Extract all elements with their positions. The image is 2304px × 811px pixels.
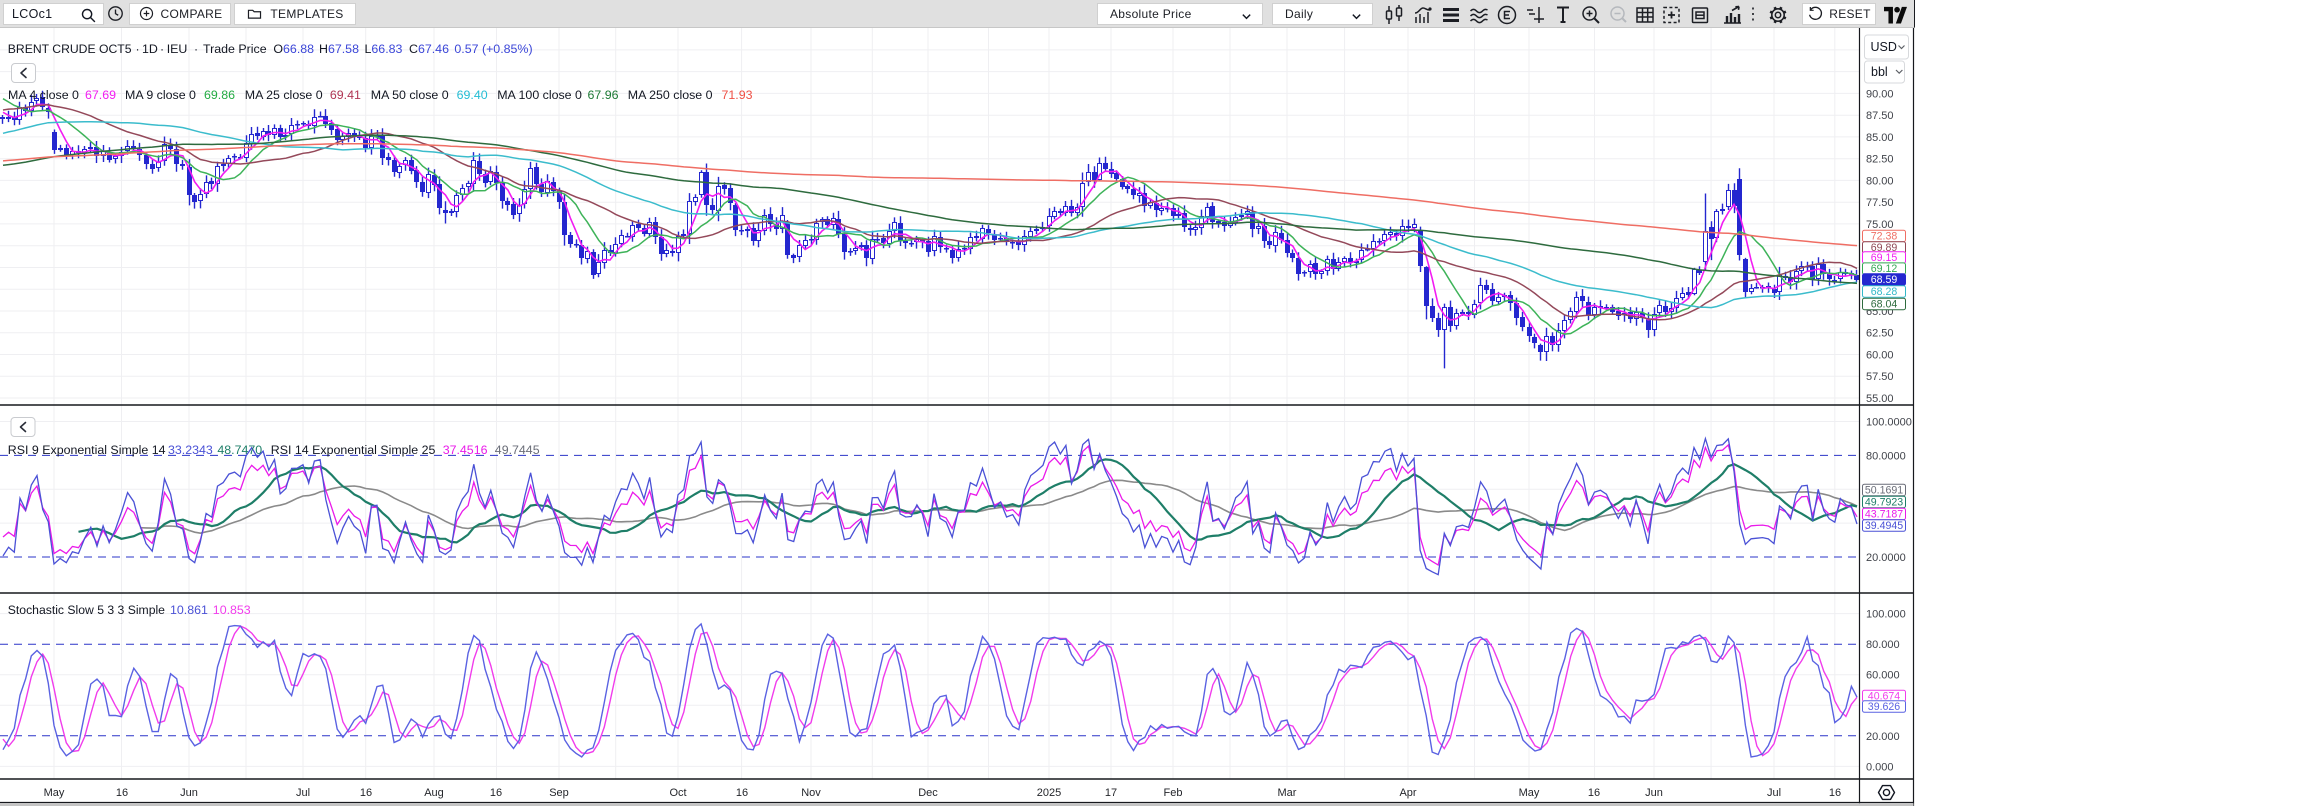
svg-text:Sep: Sep — [549, 787, 569, 799]
svg-text:Dec: Dec — [918, 787, 938, 799]
svg-text:57.50: 57.50 — [1866, 371, 1894, 383]
svg-text:75.00: 75.00 — [1866, 219, 1894, 231]
svg-text:90.00: 90.00 — [1866, 88, 1894, 100]
svg-text:C67.46: C67.46 — [409, 42, 449, 56]
svg-text:RSI 9 Exponential Simple 14: RSI 9 Exponential Simple 14 — [8, 443, 166, 457]
svg-text:Jul: Jul — [296, 787, 310, 799]
svg-text:MA 25 close 0: MA 25 close 0 — [245, 88, 323, 102]
svg-text:MA 250 close 0: MA 250 close 0 — [628, 88, 713, 102]
svg-text:80.0000: 80.0000 — [1866, 450, 1906, 462]
svg-text:77.50: 77.50 — [1866, 197, 1894, 209]
svg-text:USD: USD — [1871, 40, 1897, 54]
svg-text:60.000: 60.000 — [1866, 670, 1900, 682]
svg-text:80.000: 80.000 — [1866, 639, 1900, 651]
svg-text:69.41: 69.41 — [330, 88, 361, 102]
svg-text:16: 16 — [116, 787, 128, 799]
svg-text:72.38: 72.38 — [1871, 231, 1898, 243]
svg-text:RSI 14 Exponential Simple 25: RSI 14 Exponential Simple 25 — [271, 443, 436, 457]
svg-text:43.7187: 43.7187 — [1865, 509, 1903, 521]
svg-text:17: 17 — [1105, 787, 1117, 799]
svg-text:Nov: Nov — [801, 787, 821, 799]
svg-text:·: · — [136, 42, 140, 56]
svg-text:16: 16 — [490, 787, 502, 799]
svg-text:68.28: 68.28 — [1871, 286, 1898, 298]
svg-text:·: · — [194, 42, 198, 56]
svg-text:L66.83: L66.83 — [365, 42, 403, 56]
svg-text:85.00: 85.00 — [1866, 132, 1894, 144]
svg-text:49.7445: 49.7445 — [495, 443, 540, 457]
svg-text:0.57 (+0.85%): 0.57 (+0.85%) — [454, 42, 532, 56]
svg-text:60.00: 60.00 — [1866, 350, 1894, 362]
svg-text:68.59: 68.59 — [1871, 274, 1898, 286]
svg-text:39.4945: 39.4945 — [1865, 520, 1903, 532]
svg-text:80.00: 80.00 — [1866, 175, 1894, 187]
svg-text:68.04: 68.04 — [1871, 299, 1898, 311]
svg-text:10.861: 10.861 — [170, 603, 208, 617]
svg-text:33.2343: 33.2343 — [168, 443, 213, 457]
svg-text:67.69: 67.69 — [85, 88, 116, 102]
svg-text:Jun: Jun — [1645, 787, 1663, 799]
svg-text:50.1691: 50.1691 — [1865, 485, 1903, 497]
svg-text:bbl: bbl — [1871, 65, 1888, 79]
svg-text:·: · — [160, 42, 164, 56]
svg-text:87.50: 87.50 — [1866, 110, 1894, 122]
svg-text:20.0000: 20.0000 — [1866, 552, 1906, 564]
svg-text:55.00: 55.00 — [1866, 393, 1894, 405]
svg-text:62.50: 62.50 — [1866, 328, 1894, 340]
svg-text:IEU: IEU — [167, 42, 188, 56]
svg-text:67.96: 67.96 — [588, 88, 619, 102]
svg-text:0.000: 0.000 — [1866, 761, 1894, 773]
svg-text:10.853: 10.853 — [213, 603, 251, 617]
svg-text:Mar: Mar — [1278, 787, 1297, 799]
svg-text:82.50: 82.50 — [1866, 154, 1894, 166]
svg-text:71.93: 71.93 — [722, 88, 753, 102]
svg-text:1D: 1D — [142, 42, 158, 56]
svg-text:MA 50 close 0: MA 50 close 0 — [371, 88, 449, 102]
svg-text:MA 9 close 0: MA 9 close 0 — [125, 88, 196, 102]
svg-text:Jul: Jul — [1767, 787, 1781, 799]
svg-text:May: May — [44, 787, 65, 799]
svg-text:BRENT CRUDE OCT5: BRENT CRUDE OCT5 — [8, 42, 132, 56]
svg-text:16: 16 — [1588, 787, 1600, 799]
svg-text:May: May — [1519, 787, 1540, 799]
svg-text:O66.88: O66.88 — [273, 42, 314, 56]
svg-text:100.0000: 100.0000 — [1866, 417, 1912, 429]
svg-text:69.86: 69.86 — [204, 88, 235, 102]
svg-text:49.7923: 49.7923 — [1865, 497, 1903, 509]
svg-text:39.626: 39.626 — [1868, 701, 1901, 713]
svg-text:Jun: Jun — [180, 787, 198, 799]
svg-text:Trade Price: Trade Price — [203, 42, 267, 56]
svg-text:100.000: 100.000 — [1866, 609, 1906, 621]
svg-text:H67.58: H67.58 — [319, 42, 359, 56]
svg-text:69.40: 69.40 — [457, 88, 488, 102]
svg-text:MA 100 close 0: MA 100 close 0 — [497, 88, 582, 102]
svg-text:Stochastic Slow 5 3 3 Simple: Stochastic Slow 5 3 3 Simple — [8, 603, 165, 617]
svg-text:MA 4 close 0: MA 4 close 0 — [8, 88, 79, 102]
svg-text:16: 16 — [736, 787, 748, 799]
svg-text:2025: 2025 — [1037, 787, 1061, 799]
svg-text:16: 16 — [360, 787, 372, 799]
svg-text:Feb: Feb — [1164, 787, 1183, 799]
svg-text:20.000: 20.000 — [1866, 731, 1900, 743]
svg-text:48.7470: 48.7470 — [217, 443, 262, 457]
svg-text:Aug: Aug — [424, 787, 444, 799]
svg-text:16: 16 — [1829, 787, 1841, 799]
svg-text:37.4516: 37.4516 — [443, 443, 488, 457]
svg-text:Oct: Oct — [669, 787, 686, 799]
svg-text:Apr: Apr — [1399, 787, 1416, 799]
